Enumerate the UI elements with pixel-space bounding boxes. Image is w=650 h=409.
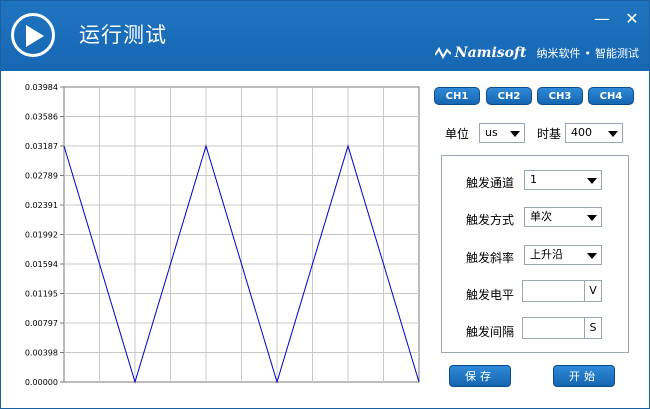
unit-select[interactable]: us — [479, 123, 525, 143]
chevron-down-icon — [587, 215, 597, 221]
unit-select-value: us — [485, 126, 498, 139]
minimize-button[interactable]: — — [593, 9, 611, 28]
trigger-slope-value: 上升沿 — [530, 248, 563, 261]
brand-cn-name: 纳米软件 — [536, 47, 581, 60]
trigger-channel-select[interactable]: 1 — [524, 170, 602, 190]
save-button[interactable]: 保存 — [449, 365, 511, 387]
y-tick-label: 0.00398 — [25, 349, 58, 358]
title-bar: 运行测试 — ✕ Namisoft 纳米软件 • 智能测试 — [1, 1, 649, 71]
close-button[interactable]: ✕ — [623, 9, 641, 28]
y-tick-label: 0.03586 — [25, 113, 58, 122]
ch2-button[interactable]: CH2 — [486, 87, 532, 105]
chevron-down-icon — [587, 253, 597, 259]
trigger-slope-label: 触发斜率 — [466, 251, 515, 265]
timebase-select[interactable]: 400 — [565, 123, 623, 143]
control-panel: CH1 CH2 CH3 CH4 单位 us 时基 400 触发通道 1 触发方式… — [431, 71, 649, 408]
trigger-level-unit: V — [584, 281, 601, 301]
brand-logo: Namisoft — [454, 45, 527, 61]
y-tick-label: 0.03187 — [25, 142, 58, 151]
ch4-button[interactable]: CH4 — [588, 87, 634, 105]
trigger-group: 触发通道 1 触发方式 单次 触发斜率 上升沿 触发电平 V 触发间隔 S — [441, 155, 629, 353]
trigger-channel-value: 1 — [530, 173, 537, 186]
trigger-channel-label: 触发通道 — [466, 176, 515, 190]
app-title: 运行测试 — [79, 23, 167, 47]
y-tick-label: 0.03984 — [25, 83, 58, 92]
y-tick-label: 0.01594 — [25, 260, 58, 269]
waveform-chart: 0.03984 0.03586 0.03187 0.02789 0.02391 0.019… — [25, 83, 420, 387]
ch1-button[interactable]: CH1 — [434, 87, 480, 105]
brand-tagline: 智能测试 — [595, 47, 639, 60]
y-tick-label: 0.01992 — [25, 231, 58, 240]
trigger-mode-label: 触发方式 — [466, 213, 515, 227]
y-tick-label: 0.00000 — [25, 378, 58, 387]
ch3-button[interactable]: CH3 — [537, 87, 583, 105]
y-tick-label: 0.01195 — [25, 290, 58, 299]
chevron-down-icon — [510, 131, 520, 137]
play-icon — [26, 25, 44, 47]
app-window: 运行测试 — ✕ Namisoft 纳米软件 • 智能测试 0.03984 0.0… — [0, 0, 650, 409]
trigger-interval-label: 触发间隔 — [466, 325, 515, 339]
timebase-label: 时基 — [537, 127, 562, 141]
trigger-level-label: 触发电平 — [466, 288, 515, 302]
y-tick-label: 0.02391 — [25, 201, 58, 210]
chevron-down-icon — [608, 131, 618, 137]
brand-separator: • — [584, 46, 592, 60]
unit-label: 单位 — [445, 127, 470, 141]
brand: Namisoft 纳米软件 • 智能测试 — [434, 45, 639, 61]
chevron-down-icon — [587, 178, 597, 184]
y-tick-label: 0.00797 — [25, 319, 58, 328]
run-button[interactable] — [11, 13, 55, 57]
trigger-level-field[interactable]: V — [522, 280, 602, 302]
trigger-slope-select[interactable]: 上升沿 — [524, 245, 602, 265]
trigger-interval-unit: S — [584, 318, 601, 338]
namisoft-logo-icon — [434, 47, 451, 59]
trigger-mode-value: 单次 — [530, 210, 552, 223]
y-tick-label: 0.02789 — [25, 172, 58, 181]
timebase-select-value: 400 — [571, 126, 592, 139]
trigger-interval-field[interactable]: S — [522, 317, 602, 339]
trigger-mode-select[interactable]: 单次 — [524, 207, 602, 227]
start-button[interactable]: 开始 — [553, 365, 615, 387]
